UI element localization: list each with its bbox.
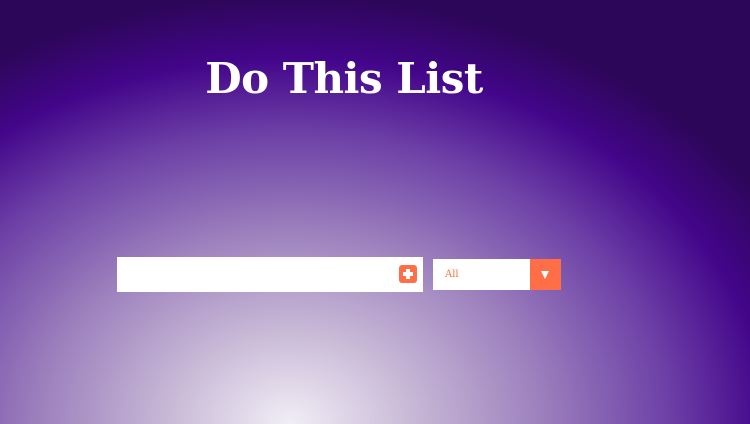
add-todo-form: [117, 257, 423, 292]
chevron-down-icon: [541, 271, 549, 279]
filter-select[interactable]: All: [433, 259, 561, 290]
add-todo-button[interactable]: [399, 265, 417, 283]
page-title: Do This List: [205, 54, 483, 103]
filter-dropdown-toggle[interactable]: [530, 259, 561, 290]
filter-selected-value: All: [445, 269, 459, 280]
todo-input[interactable]: [117, 257, 392, 292]
